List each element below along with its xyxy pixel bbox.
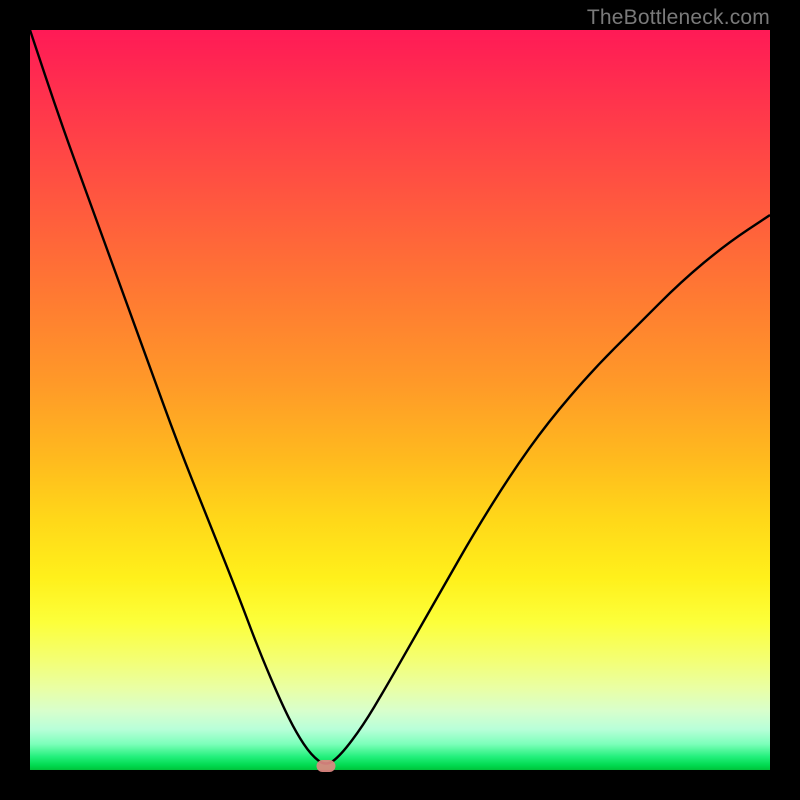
bottleneck-curve — [30, 30, 770, 770]
optimum-marker — [317, 760, 336, 772]
plot-area — [30, 30, 770, 770]
bottleneck-curve-path — [30, 30, 770, 764]
chart-frame: TheBottleneck.com — [0, 0, 800, 800]
watermark-text: TheBottleneck.com — [587, 6, 770, 30]
